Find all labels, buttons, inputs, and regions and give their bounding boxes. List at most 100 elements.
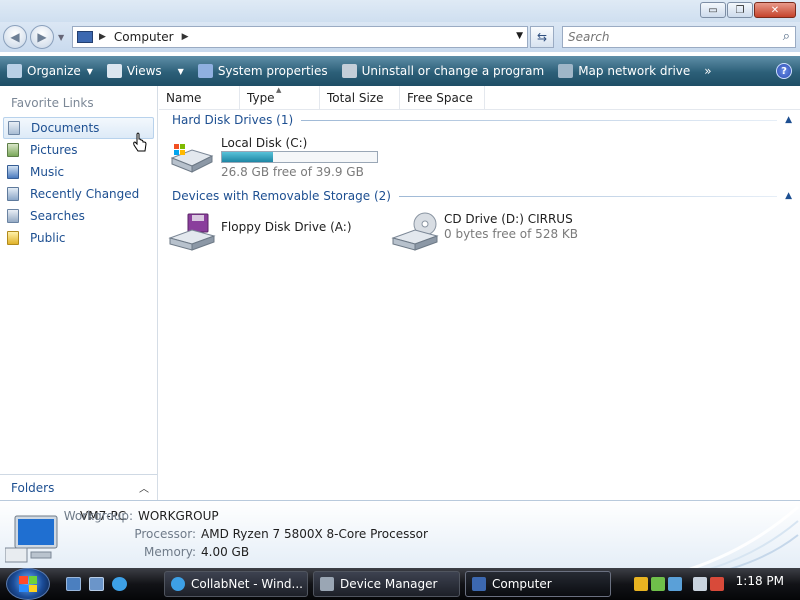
start-button[interactable] <box>6 568 50 600</box>
sort-ascending-icon: ▲ <box>276 86 282 94</box>
refresh-button[interactable]: ⇆ <box>530 26 554 48</box>
drive-free-space: 26.8 GB free of 39.9 GB <box>221 165 364 179</box>
file-list-pane: Name Type ▲ Total Size Free Space Hard D… <box>159 86 800 500</box>
organize-button[interactable]: Organize ▼ <box>0 56 100 86</box>
uninstall-program-label: Uninstall or change a program <box>361 64 545 78</box>
window-controls: ▭ ❐ ✕ <box>700 2 796 18</box>
favorite-recently-changed[interactable]: Recently Changed <box>0 183 157 205</box>
breadcrumb-separator-icon[interactable]: ▶ <box>99 32 106 42</box>
column-label: Name <box>166 91 202 105</box>
views-label: Views <box>126 64 162 78</box>
memory-value: 4.00 GB <box>201 545 250 559</box>
decorative-swoosh <box>689 505 799 569</box>
taskbar-button-collabnet[interactable]: CollabNet - Wind... <box>164 571 308 597</box>
internet-explorer-icon <box>171 577 185 591</box>
search-box[interactable]: ⌕ <box>562 26 796 48</box>
drive-usage-bar <box>221 151 378 163</box>
computer-icon <box>77 31 93 43</box>
updates-icon[interactable] <box>651 577 665 591</box>
documents-icon <box>8 121 20 135</box>
column-header-name[interactable]: Name <box>159 86 240 110</box>
processor-row: Processor: AMD Ryzen 7 5800X 8-Core Proce… <box>116 527 428 541</box>
group-hard-disk-drives[interactable]: Hard Disk Drives (1) ▲ <box>172 112 792 128</box>
chevron-up-icon: ︿ <box>139 484 149 495</box>
more-commands-button[interactable]: » <box>697 56 718 86</box>
switch-windows-icon[interactable] <box>89 577 104 591</box>
public-folder-icon <box>7 231 19 245</box>
drive-floppy-a[interactable]: Floppy Disk Drive (A:) <box>168 212 358 256</box>
maximize-button[interactable]: ❐ <box>727 2 753 18</box>
volume-muted-icon[interactable] <box>710 577 724 591</box>
clock[interactable]: 1:18 PM <box>736 574 784 588</box>
column-header-type[interactable]: Type ▲ <box>240 86 320 110</box>
recently-changed-icon <box>7 187 19 201</box>
map-network-drive-label: Map network drive <box>578 64 691 78</box>
internet-explorer-icon[interactable] <box>112 577 127 591</box>
chevron-down-icon: ▼ <box>177 66 184 76</box>
music-icon <box>7 165 19 179</box>
uninstall-program-icon <box>341 64 357 78</box>
column-header-total-size[interactable]: Total Size <box>320 86 400 110</box>
column-headers: Name Type ▲ Total Size Free Space <box>159 86 800 110</box>
searches-icon <box>7 209 19 223</box>
favorite-links-heading: Favorite Links <box>11 96 94 110</box>
workgroup-value: WORKGROUP <box>138 509 219 523</box>
breadcrumb-computer[interactable]: Computer <box>114 30 174 44</box>
group-label: Devices with Removable Storage (2) <box>172 189 391 203</box>
folders-label: Folders <box>11 480 55 495</box>
favorite-label: Documents <box>31 121 100 135</box>
show-desktop-icon[interactable] <box>66 577 81 591</box>
back-arrow-icon: ◀ <box>10 30 20 44</box>
favorite-public[interactable]: Public <box>0 227 157 249</box>
search-input[interactable] <box>568 30 768 44</box>
workgroup-row: Workgroup: WORKGROUP <box>53 509 219 523</box>
task-label: Computer <box>492 577 552 591</box>
drive-cd-d[interactable]: CD Drive (D:) CIRRUS 0 bytes free of 528… <box>391 212 591 256</box>
favorite-music[interactable]: Music <box>0 161 157 183</box>
breadcrumb-separator-icon[interactable]: ▶ <box>182 32 189 42</box>
favorite-searches[interactable]: Searches <box>0 205 157 227</box>
system-properties-button[interactable]: System properties <box>191 56 335 86</box>
network-icon[interactable] <box>693 577 707 591</box>
processor-label: Processor: <box>134 527 196 541</box>
refresh-icon: ⇆ <box>536 30 548 44</box>
title-bar: ▭ ❐ ✕ <box>0 0 800 22</box>
uninstall-program-button[interactable]: Uninstall or change a program <box>335 56 552 86</box>
recent-pages-dropdown-icon[interactable]: ▼ <box>58 33 64 42</box>
views-button[interactable]: Views ▼ <box>100 56 191 86</box>
group-divider <box>301 119 778 121</box>
sync-icon[interactable] <box>668 577 682 591</box>
group-removable-storage[interactable]: Devices with Removable Storage (2) ▲ <box>172 188 792 204</box>
task-label: CollabNet - Wind... <box>191 577 303 591</box>
taskbar-button-computer[interactable]: Computer <box>465 571 611 597</box>
workgroup-label: Workgroup: <box>63 509 133 523</box>
forward-button[interactable]: ▶ <box>30 25 54 49</box>
system-properties-icon <box>197 64 213 78</box>
map-network-drive-button[interactable]: Map network drive <box>551 56 697 86</box>
search-icon[interactable]: ⌕ <box>783 29 790 44</box>
hard-drive-icon <box>170 144 214 173</box>
drive-name: Local Disk (C:) <box>221 136 308 150</box>
back-button[interactable]: ◀ <box>3 25 27 49</box>
network-drive-icon <box>558 64 574 78</box>
favorite-label: Recently Changed <box>30 187 140 201</box>
help-icon[interactable]: ? <box>776 63 792 79</box>
task-label: Device Manager <box>340 577 438 591</box>
address-dropdown-icon[interactable]: ▼ <box>516 31 523 41</box>
address-bar[interactable]: ▶ Computer ▶ ▼ <box>72 26 528 48</box>
close-button[interactable]: ✕ <box>754 2 796 18</box>
chevron-up-icon[interactable]: ▲ <box>785 115 792 125</box>
group-label: Hard Disk Drives (1) <box>172 113 294 127</box>
minimize-button[interactable]: ▭ <box>700 2 726 18</box>
column-header-free-space[interactable]: Free Space <box>400 86 485 110</box>
chevron-up-icon[interactable]: ▲ <box>785 191 792 201</box>
computer-icon <box>472 577 486 591</box>
folders-toggle[interactable]: Folders ︿ <box>0 474 157 500</box>
system-properties-label: System properties <box>217 64 328 78</box>
taskbar-button-device-manager[interactable]: Device Manager <box>313 571 460 597</box>
drive-local-disk-c[interactable]: Local Disk (C:) 26.8 GB free of 39.9 GB <box>168 136 398 180</box>
floppy-drive-icon <box>168 213 216 251</box>
views-icon <box>106 64 122 78</box>
security-shield-icon[interactable] <box>634 577 648 591</box>
device-manager-icon <box>320 577 334 591</box>
